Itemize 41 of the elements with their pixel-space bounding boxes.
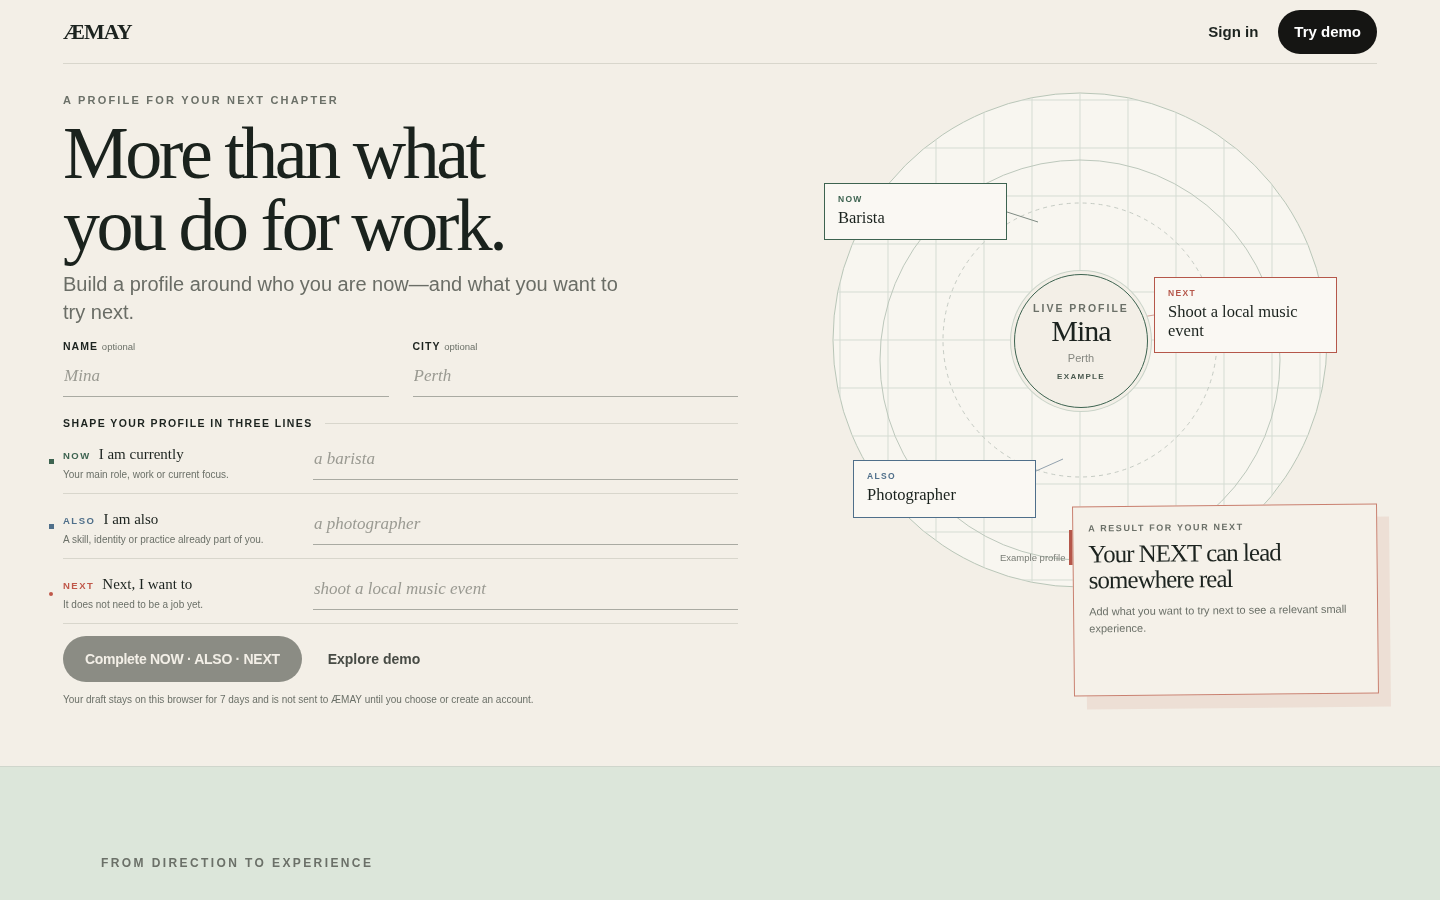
leader-line xyxy=(1035,458,1064,472)
logo[interactable]: ÆMAY xyxy=(63,18,132,45)
line-help: Your main role, work or current focus. xyxy=(63,469,230,480)
text-field[interactable]: a photographer xyxy=(313,506,738,545)
explore-demo-link[interactable]: Explore demo xyxy=(327,651,421,667)
privacy-note: Your draft stays on this browser for 7 days and is not sent to ÆMAY until you choose or create an account. xyxy=(63,694,535,705)
profile-name: Mina xyxy=(1051,313,1111,348)
line-prompt: Next, I want to xyxy=(102,576,193,593)
card-text: Shoot a local music event xyxy=(1168,302,1299,340)
profile-eyebrow: LIVE PROFILE xyxy=(1033,301,1129,314)
result-text: Add what you want to try next to see a relevant small experience. xyxy=(1089,601,1348,637)
text-field[interactable]: Perth xyxy=(412,358,738,397)
profile-label: EXAMPLE xyxy=(1057,371,1105,381)
hero-lead: Build a profile around who you are now—and what you want to try next. xyxy=(63,272,619,325)
sign-in-link[interactable]: Sign in xyxy=(1208,23,1259,40)
line-prompt: I am also xyxy=(103,511,159,528)
try-demo-button[interactable]: Try demo xyxy=(1278,9,1377,54)
section-eyebrow: FROM DIRECTION TO EXPERIENCE xyxy=(101,856,375,870)
line-prompt: I am currently xyxy=(98,446,184,463)
card-text: Photographer xyxy=(867,485,957,504)
line-tag: ALSO xyxy=(63,515,96,526)
result-title: Your NEXT can lead somewhere real xyxy=(1088,538,1282,594)
text-field[interactable]: shoot a local music event xyxy=(313,571,738,610)
field-label: NAME optional xyxy=(63,340,137,352)
card-tag: NOW xyxy=(838,194,993,204)
text-field[interactable]: a barista xyxy=(313,441,738,480)
card-text: Barista xyxy=(838,208,886,227)
card-tag: NEXT xyxy=(1168,288,1323,298)
line-tag: NOW xyxy=(63,450,91,461)
line-tag: NEXT xyxy=(63,580,95,591)
hero-eyebrow: A PROFILE FOR YOUR NEXT CHAPTER xyxy=(63,94,340,106)
card-tag: ALSO xyxy=(867,471,1022,481)
profile-city: Perth xyxy=(1067,351,1095,364)
field-label: CITY optional xyxy=(412,340,479,352)
diagram-caption: Example profile xyxy=(1000,552,1066,563)
line-help: A skill, identity or practice already part of you. xyxy=(63,534,265,545)
text-field[interactable]: Mina xyxy=(63,358,389,397)
section-heading: SHAPE YOUR PROFILE IN THREE LINES xyxy=(63,417,313,429)
line-help: It does not need to be a job yet. xyxy=(63,599,205,610)
leader-line xyxy=(1006,211,1039,223)
result-eyebrow: A RESULT FOR YOUR NEXT xyxy=(1088,520,1245,534)
